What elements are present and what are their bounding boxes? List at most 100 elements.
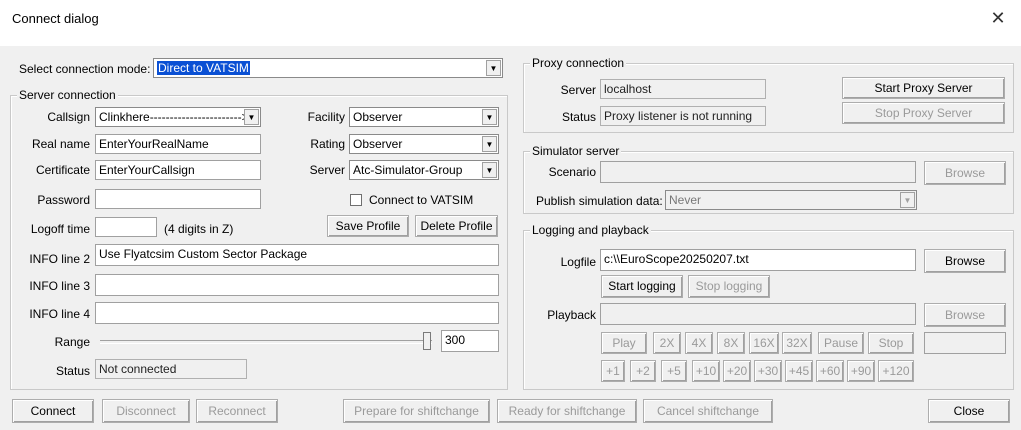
publish-select[interactable]: Never ▼ [665, 190, 917, 210]
certificate-label: Certificate [35, 163, 90, 177]
stop-button[interactable]: Stop [868, 332, 914, 354]
server-select[interactable]: Atc-Simulator-Group ▼ [349, 160, 499, 180]
start-logging-button[interactable]: Start logging [601, 275, 683, 298]
close-button[interactable]: Close [928, 399, 1010, 423]
chevron-down-icon[interactable]: ▼ [482, 136, 497, 152]
proxy-status-label: Status [561, 110, 596, 124]
save-profile-button[interactable]: Save Profile [327, 215, 409, 237]
logoff-time-field[interactable] [95, 217, 157, 237]
proxy-server-label: Server [560, 83, 596, 97]
skip-2-button[interactable]: +2 [630, 360, 656, 382]
connection-mode-value: Direct to VATSIM [157, 61, 250, 75]
publish-label: Publish simulation data: [536, 194, 663, 208]
cancel-shiftchange-button[interactable]: Cancel shiftchange [643, 399, 773, 423]
realname-label: Real name [31, 137, 90, 151]
logging-group-label: Logging and playback [530, 223, 651, 237]
playback-label: Playback [547, 308, 596, 322]
proxy-status-field: Proxy listener is not running [600, 106, 766, 126]
scenario-browse-button[interactable]: Browse [924, 161, 1006, 185]
pause-button[interactable]: Pause [818, 332, 864, 354]
prepare-shiftchange-button[interactable]: Prepare for shiftchange [343, 399, 490, 423]
reconnect-button[interactable]: Reconnect [196, 399, 278, 423]
start-proxy-button[interactable]: Start Proxy Server [842, 77, 1005, 99]
info3-field[interactable] [95, 274, 499, 296]
delete-profile-button[interactable]: Delete Profile [415, 215, 498, 237]
window-title: Connect dialog [12, 11, 99, 26]
realname-field[interactable]: EnterYourRealName [95, 134, 261, 154]
info4-label: INFO line 4 [29, 307, 90, 321]
connect-button[interactable]: Connect [12, 399, 94, 423]
chevron-down-icon[interactable]: ▼ [244, 109, 259, 125]
connect-vatsim-label: Connect to VATSIM [369, 193, 474, 207]
server-label: Server [309, 163, 345, 177]
close-icon[interactable]: ✕ [985, 6, 1011, 30]
chevron-down-icon[interactable]: ▼ [482, 162, 497, 178]
speed-32x-button[interactable]: 32X [782, 332, 812, 354]
range-slider-track[interactable] [100, 340, 432, 344]
logoff-label: Logoff time [30, 222, 90, 236]
skip-120-button[interactable]: +120 [878, 360, 914, 382]
speed-8x-button[interactable]: 8X [717, 332, 745, 354]
connection-status-field: Not connected [95, 359, 247, 379]
range-label: Range [54, 335, 90, 349]
callsign-value: Clinkhere-----------------------> [99, 110, 249, 124]
logfile-label: Logfile [560, 255, 596, 269]
skip-45-button[interactable]: +45 [785, 360, 813, 382]
playback-time-field [924, 332, 1006, 354]
scenario-field[interactable] [600, 161, 916, 183]
rating-label: Rating [310, 137, 345, 151]
skip-30-button[interactable]: +30 [754, 360, 782, 382]
skip-20-button[interactable]: +20 [723, 360, 751, 382]
callsign-label: Callsign [47, 110, 90, 124]
stop-logging-button[interactable]: Stop logging [688, 275, 770, 298]
facility-value: Observer [353, 110, 403, 124]
mode-label: Select connection mode: [19, 62, 151, 76]
server-value: Atc-Simulator-Group [353, 163, 463, 177]
info4-field[interactable] [95, 302, 499, 324]
logoff-hint: (4 digits in Z) [164, 222, 234, 236]
skip-10-button[interactable]: +10 [692, 360, 720, 382]
chevron-down-icon[interactable]: ▼ [486, 60, 501, 76]
proxy-server-field: localhost [600, 79, 766, 99]
connect-vatsim-checkbox[interactable] [350, 194, 362, 206]
skip-60-button[interactable]: +60 [816, 360, 844, 382]
password-field[interactable] [95, 189, 261, 209]
ready-shiftchange-button[interactable]: Ready for shiftchange [497, 399, 637, 423]
speed-4x-button[interactable]: 4X [685, 332, 713, 354]
play-button[interactable]: Play [601, 332, 647, 354]
logfile-field[interactable]: c:\\EuroScope20250207.txt [600, 249, 916, 271]
disconnect-button[interactable]: Disconnect [102, 399, 190, 423]
range-value-field[interactable]: 300 [441, 330, 499, 352]
simulator-group-label: Simulator server [530, 144, 622, 158]
facility-label: Facility [307, 110, 345, 124]
rating-value: Observer [353, 137, 403, 151]
range-slider-thumb[interactable] [423, 332, 431, 350]
skip-5-button[interactable]: +5 [661, 360, 687, 382]
chevron-down-icon[interactable]: ▼ [900, 192, 915, 208]
info2-field[interactable]: Use Flyatcsim Custom Sector Package [95, 244, 499, 266]
logfile-browse-button[interactable]: Browse [924, 249, 1006, 273]
speed-16x-button[interactable]: 16X [749, 332, 779, 354]
speed-2x-button[interactable]: 2X [653, 332, 681, 354]
connection-mode-select[interactable]: Direct to VATSIM ▼ [153, 58, 503, 78]
info2-label: INFO line 2 [29, 252, 90, 266]
scenario-label: Scenario [548, 165, 596, 179]
skip-90-button[interactable]: +90 [847, 360, 875, 382]
playback-browse-button[interactable]: Browse [924, 303, 1006, 327]
server-connection-group-label: Server connection [17, 88, 118, 102]
callsign-select[interactable]: Clinkhere-----------------------> ▼ [95, 107, 261, 127]
dialog-client-area: Select connection mode: Direct to VATSIM… [0, 46, 1021, 430]
title-bar: Connect dialog ✕ [0, 0, 1021, 36]
stop-proxy-button[interactable]: Stop Proxy Server [842, 102, 1005, 124]
password-label: Password [37, 193, 90, 207]
rating-select[interactable]: Observer ▼ [349, 134, 499, 154]
playback-field[interactable] [600, 303, 916, 325]
certificate-field[interactable]: EnterYourCallsign [95, 160, 261, 180]
proxy-group-label: Proxy connection [530, 56, 627, 70]
skip-1-button[interactable]: +1 [601, 360, 625, 382]
facility-select[interactable]: Observer ▼ [349, 107, 499, 127]
status-label: Status [55, 364, 90, 378]
publish-value: Never [669, 193, 702, 207]
info3-label: INFO line 3 [29, 279, 90, 293]
chevron-down-icon[interactable]: ▼ [482, 109, 497, 125]
